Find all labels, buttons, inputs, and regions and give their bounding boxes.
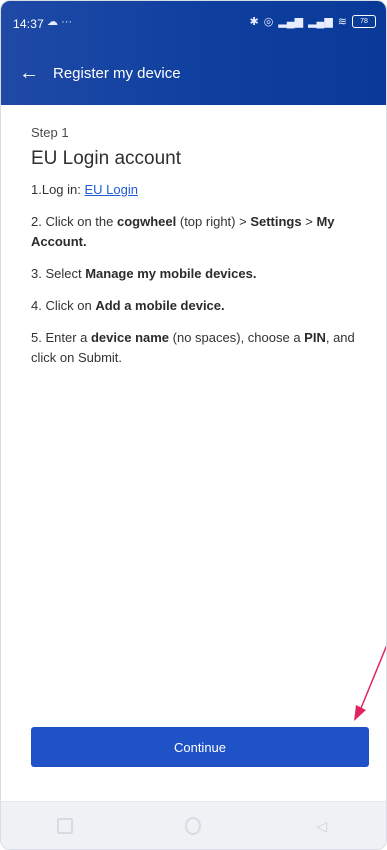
instruction-1: 1.Log in: EU Login [31,180,361,200]
cogwheel-label: cogwheel [117,214,177,229]
continue-button[interactable]: Continue [31,727,369,767]
settings-label: Settings [250,214,302,229]
home-icon[interactable] [185,817,202,835]
cloud-icon: ☁ [47,16,58,28]
app-bar: 14:37 ☁ ··· ✱ ◎ ▂▄▆ ▂▄▆ ≋ 78 ← Register … [1,1,386,105]
add-device-label: Add a mobile device. [95,298,225,313]
more-icon: ··· [61,16,73,28]
status-time: 14:37 [13,17,45,31]
back-arrow-icon[interactable]: ← [15,59,43,87]
status-bar: 14:37 ☁ ··· ✱ ◎ ▂▄▆ ▂▄▆ ≋ 78 [1,1,386,45]
instruction-5: 5. Enter a device name (no spaces), choo… [31,328,361,368]
manage-devices-label: Manage my mobile devices. [85,266,257,281]
instruction-5-text: 5. Enter a [31,330,91,345]
annotation-arrow-icon [354,645,386,721]
status-left-icons: ☁ ··· [47,15,72,28]
back-triangle-icon[interactable]: ◁ [314,818,330,834]
phone-screen: 14:37 ☁ ··· ✱ ◎ ▂▄▆ ▂▄▆ ≋ 78 ← Register … [0,0,387,850]
instruction-2: 2. Click on the cogwheel (top right) > S… [31,212,361,252]
instructions: Step 1 EU Login account 1.Log in: EU Log… [31,125,361,380]
instruction-3: 3. Select Manage my mobile devices. [31,264,361,284]
recents-icon[interactable] [57,818,74,834]
toolbar: ← Register my device [1,53,386,93]
bluetooth-icon: ✱ [249,16,259,28]
instruction-2-text: > [301,214,317,229]
section-title: EU Login account [31,148,181,169]
instruction-2-text: (top right) > [176,214,251,229]
battery-level: 78 [360,18,368,25]
system-nav-bar: ◁ [1,801,386,849]
instruction-1-text: 1.Log in: [31,182,85,197]
instruction-3-text: 3. Select [31,266,86,281]
signal-icon: ▂▄▆ [278,16,304,28]
status-right-icons: ✱ ◎ ▂▄▆ ▂▄▆ ≋ 78 [250,15,376,28]
step-label: Step 1 [31,125,69,140]
page-title: Register my device [53,64,181,82]
battery-icon: 78 [352,15,376,28]
instruction-2-text: 2. Click on the [31,214,117,229]
device-name-label: device name [90,330,170,345]
instruction-4: 4. Click on Add a mobile device. [31,296,361,316]
pin-label: PIN [304,330,326,345]
eu-login-link[interactable]: EU Login [85,182,138,197]
instruction-5-text: (no spaces), choose a [169,330,305,345]
wifi-icon: ≋ [337,16,347,28]
signal-icon: ▂▄▆ [308,16,333,28]
instruction-4-text: 4. Click on [31,298,96,313]
alarm-icon: ◎ [263,16,274,28]
